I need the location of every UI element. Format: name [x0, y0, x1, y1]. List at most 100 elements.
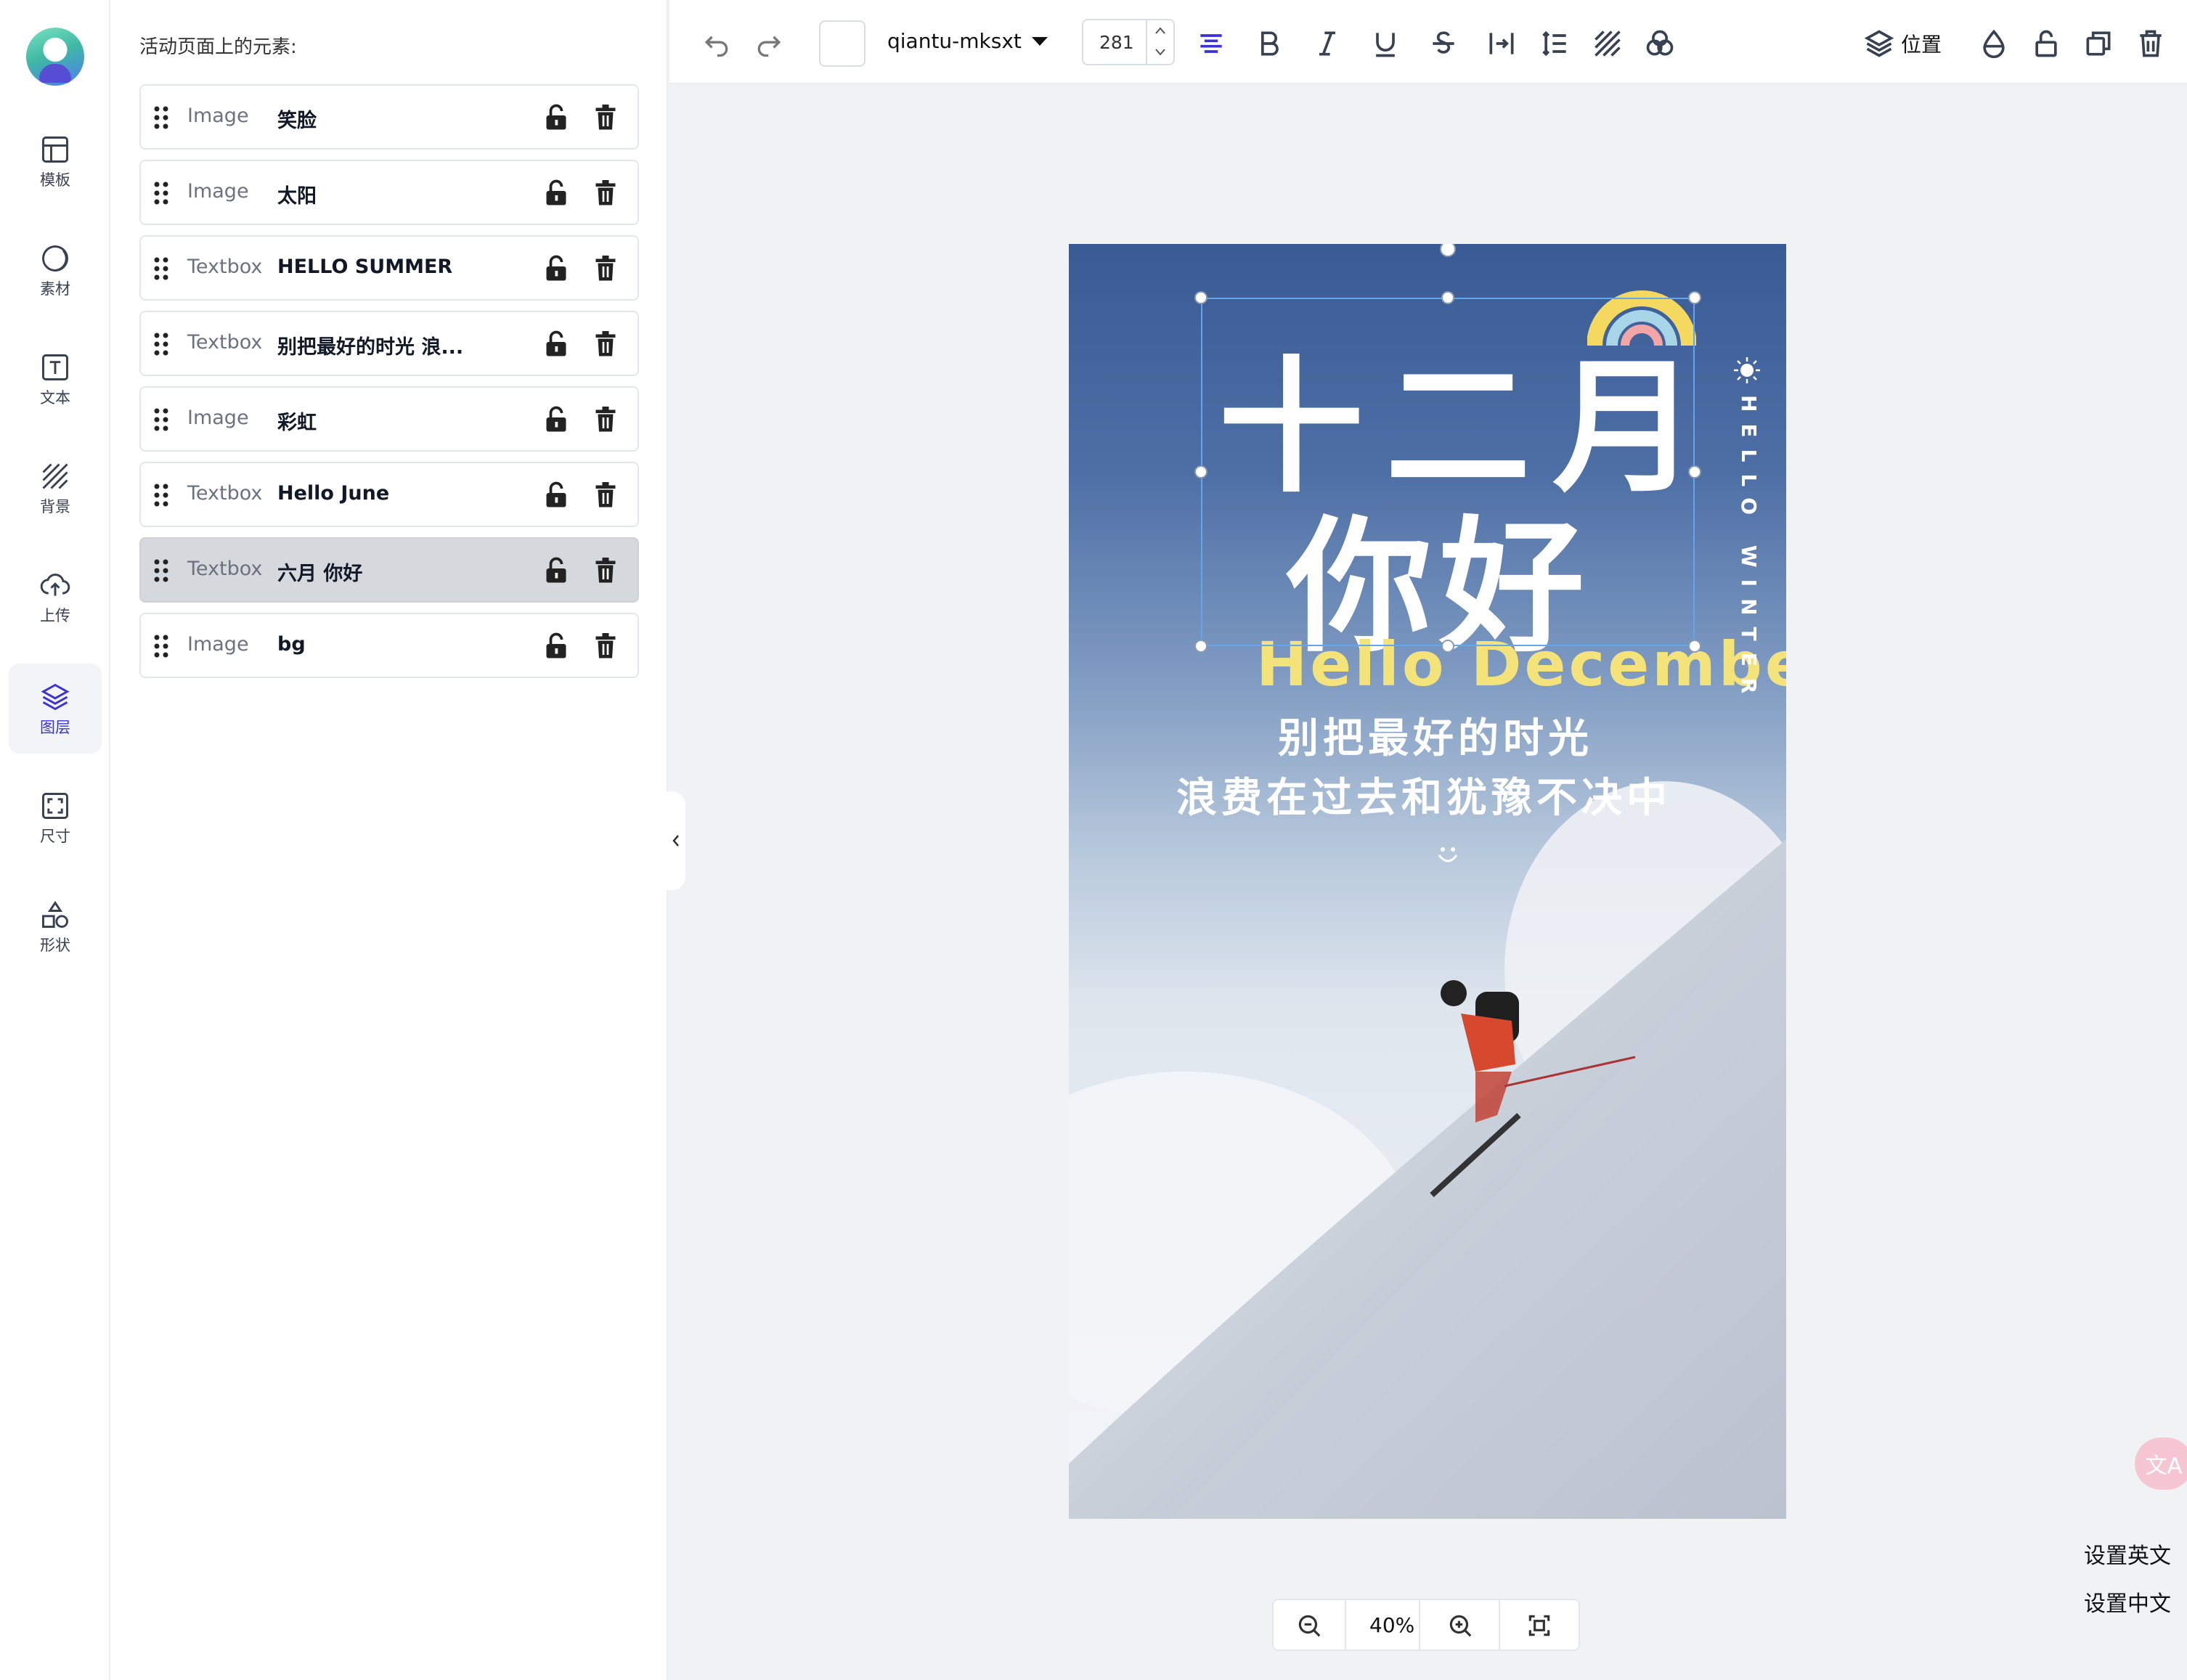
drag-handle-icon[interactable] [152, 482, 170, 508]
strikethrough-icon[interactable] [1428, 28, 1459, 60]
font-family-select[interactable]: qiantu-mksxt [887, 29, 1049, 53]
unlock-icon[interactable] [543, 179, 569, 208]
unlock-icon[interactable] [543, 632, 569, 661]
text-color-swatch[interactable] [819, 20, 866, 67]
nav-item-materials[interactable]: 素材 [9, 225, 102, 315]
filter-icon[interactable] [1644, 28, 1676, 60]
unlock-icon[interactable] [2030, 28, 2062, 60]
resize-handle[interactable] [1688, 291, 1701, 304]
layer-type: Image [187, 180, 249, 203]
shapes-icon [42, 900, 68, 928]
undo-icon[interactable] [700, 28, 732, 60]
nav-label: 素材 [40, 280, 70, 298]
drag-handle-icon[interactable] [152, 105, 170, 131]
bold-icon[interactable] [1253, 28, 1285, 60]
unlock-icon[interactable] [543, 405, 569, 434]
unlock-icon[interactable] [543, 254, 569, 283]
underline-icon[interactable] [1369, 28, 1401, 60]
delete-icon[interactable] [2135, 28, 2167, 60]
sun-sticker[interactable] [1732, 356, 1762, 385]
opacity-icon[interactable] [1978, 28, 2010, 60]
layer-type: Textbox [187, 331, 263, 354]
text-icon [42, 354, 68, 380]
zoom-out-button[interactable] [1274, 1600, 1346, 1650]
align-center-icon[interactable] [1195, 28, 1227, 60]
fit-screen-button[interactable] [1500, 1600, 1579, 1650]
poster-vertical-text[interactable]: HELLO WINTER [1737, 395, 1761, 705]
nav-item-upload[interactable]: 上传 [9, 552, 102, 642]
resize-handle[interactable] [1441, 291, 1454, 304]
drag-handle-icon[interactable] [152, 558, 170, 584]
layer-row[interactable]: Textbox Hello June [139, 462, 639, 527]
layer-type: Textbox [187, 558, 263, 580]
unlock-icon[interactable] [543, 103, 569, 132]
trash-icon[interactable] [592, 330, 619, 359]
poster-subtitle-line2[interactable]: 浪费在过去和犹豫不决中 [1176, 765, 1671, 824]
trash-icon[interactable] [592, 405, 619, 434]
trash-icon[interactable] [592, 179, 619, 208]
italic-icon[interactable] [1311, 28, 1343, 60]
selection-box[interactable] [1201, 298, 1695, 646]
nav-item-shapes[interactable]: 形状 [9, 881, 102, 971]
app-logo[interactable] [26, 28, 84, 86]
trash-icon[interactable] [592, 254, 619, 283]
trash-icon[interactable] [592, 481, 619, 510]
font-size-stepper[interactable] [1146, 20, 1173, 64]
nav-item-background[interactable]: 背景 [9, 443, 102, 533]
nav-item-layers[interactable]: 图层 [9, 664, 102, 754]
nav-item-size[interactable]: 尺寸 [9, 772, 102, 863]
layer-row[interactable]: Image 太阳 [139, 160, 639, 225]
layer-row[interactable]: Textbox 别把最好的时光 浪... [139, 311, 639, 376]
template-icon [42, 136, 68, 163]
layer-name: 太阳 [277, 185, 317, 208]
zoom-level: 40% [1369, 1613, 1415, 1637]
translate-button[interactable]: 文A [2135, 1438, 2187, 1490]
resize-handle[interactable] [1441, 640, 1454, 653]
set-chinese-button[interactable]: 设置中文 [2084, 1586, 2171, 1618]
set-english-button[interactable]: 设置英文 [2084, 1538, 2171, 1570]
duplicate-icon[interactable] [2082, 28, 2114, 60]
resize-handle[interactable] [1194, 291, 1207, 304]
resize-handle[interactable] [1688, 465, 1701, 478]
collapse-panel-button[interactable] [667, 791, 685, 890]
unlock-icon[interactable] [543, 330, 569, 359]
drag-handle-icon[interactable] [152, 407, 170, 433]
unlock-icon[interactable] [543, 556, 569, 585]
layer-row[interactable]: Image 彩虹 [139, 386, 639, 452]
font-size-input[interactable]: 281 [1082, 19, 1175, 65]
pattern-icon[interactable] [1592, 28, 1624, 60]
layer-type: Image [187, 633, 249, 656]
smiley-sticker[interactable] [1433, 841, 1462, 870]
layer-row[interactable]: Textbox 六月 你好 [139, 537, 639, 603]
poster-subtitle-line1[interactable]: 别把最好的时光 [1278, 706, 1593, 764]
top-toolbar: qiantu-mksxt 281 位置 [669, 0, 2187, 84]
chevron-up-icon[interactable] [1154, 26, 1166, 35]
letter-spacing-icon[interactable] [1486, 28, 1518, 60]
layer-row[interactable]: Image bg [139, 613, 639, 678]
translate-icon: 文A [2145, 1453, 2183, 1479]
drag-handle-icon[interactable] [152, 331, 170, 357]
unlock-icon[interactable] [543, 481, 569, 510]
nav-item-text[interactable]: 文本 [9, 334, 102, 424]
line-height-icon[interactable] [1539, 28, 1571, 60]
position-label[interactable]: 位置 [1901, 29, 1942, 58]
layer-type: Image [187, 105, 249, 127]
redo-icon[interactable] [754, 28, 786, 60]
trash-icon[interactable] [592, 556, 619, 585]
drag-handle-icon[interactable] [152, 256, 170, 282]
drag-handle-icon[interactable] [152, 633, 170, 659]
design-canvas[interactable]: 十二月 你好 Hello December 别把最好的时光 浪费在过去和犹豫不决… [1069, 244, 1786, 1519]
resize-handle[interactable] [1194, 640, 1207, 653]
resize-handle[interactable] [1194, 465, 1207, 478]
nav-item-templates[interactable]: 模板 [9, 116, 102, 206]
trash-icon[interactable] [592, 103, 619, 132]
resize-handle[interactable] [1688, 640, 1701, 653]
zoom-in-button[interactable] [1420, 1600, 1500, 1650]
drag-handle-icon[interactable] [152, 180, 170, 206]
layer-name: Hello June [277, 482, 390, 505]
layer-row[interactable]: Textbox HELLO SUMMER [139, 235, 639, 301]
chevron-down-icon[interactable] [1154, 48, 1166, 57]
layers-position-icon[interactable] [1863, 28, 1895, 60]
layer-row[interactable]: Image 笑脸 [139, 84, 639, 150]
trash-icon[interactable] [592, 632, 619, 661]
